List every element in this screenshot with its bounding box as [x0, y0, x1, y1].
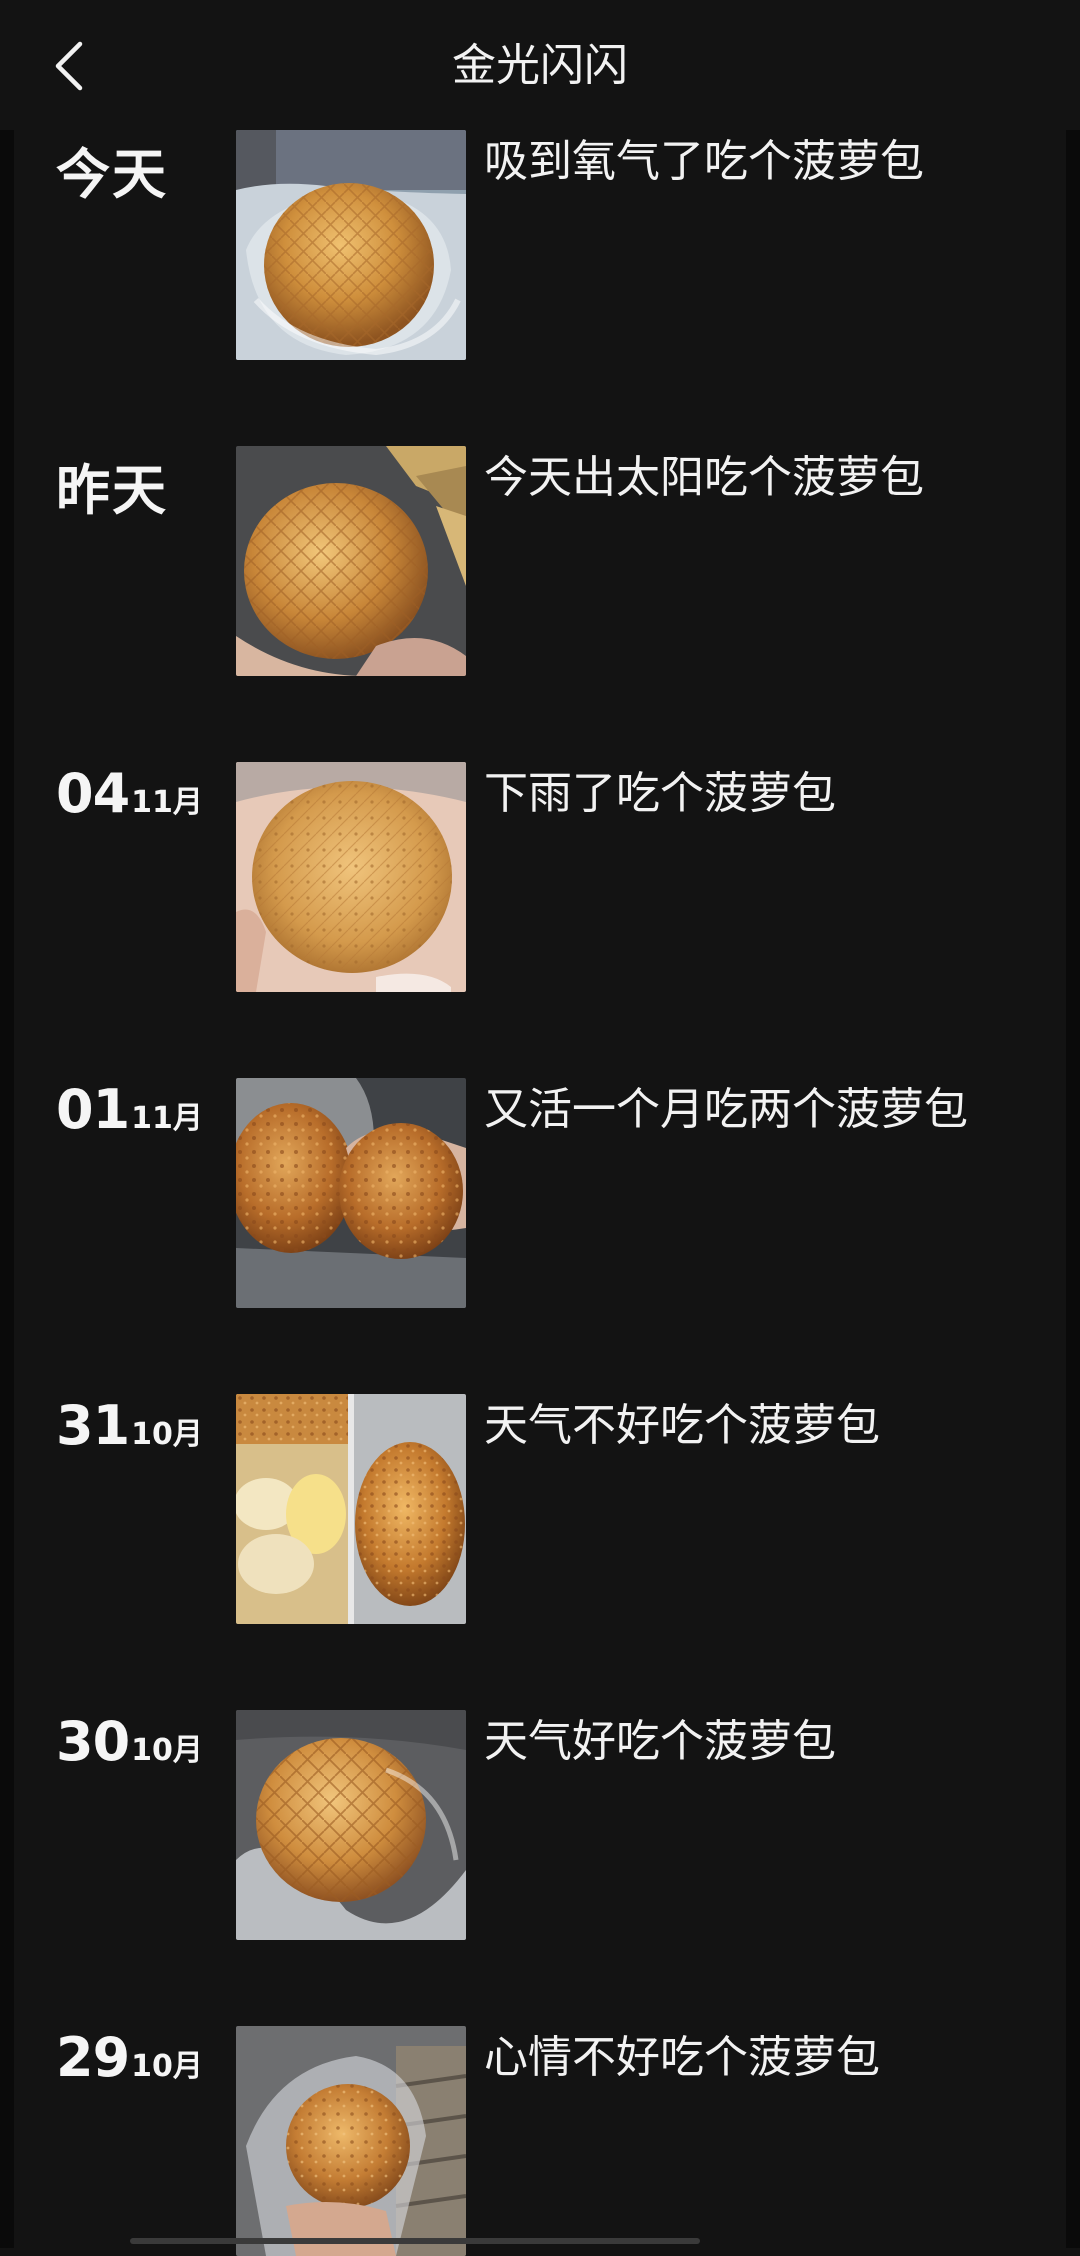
bun-in-plastic-bag-image	[236, 1710, 466, 1940]
entry-caption: 心情不好吃个菠萝包	[484, 2032, 880, 2083]
entry-date: 今天	[56, 130, 168, 206]
date-day-word: 昨天	[56, 459, 168, 522]
bun-in-hand-image	[236, 762, 466, 992]
entry-caption: 天气好吃个菠萝包	[484, 1716, 836, 1767]
date-month: 11月	[131, 785, 203, 820]
entry-caption: 吸到氧气了吃个菠萝包	[484, 136, 924, 187]
timeline-entry[interactable]: 昨天 今天出太阳吃个菠萝包	[0, 446, 1080, 676]
date-day: 04	[56, 762, 130, 825]
date-month: 10月	[131, 2049, 203, 2084]
date-day: 30	[56, 1710, 130, 1773]
timeline-entry[interactable]: 31 10月 天气不好吃个菠萝包	[0, 1394, 1080, 1624]
timeline-entry[interactable]: 30 10月 天气好吃个菠萝包	[0, 1710, 1080, 1940]
timeline-entry[interactable]: 01 11月 又活一个月吃两个菠萝包	[0, 1078, 1080, 1308]
entry-photo[interactable]	[236, 446, 466, 676]
entry-photo[interactable]	[236, 762, 466, 992]
date-day: 31	[56, 1394, 130, 1457]
entry-date: 01 11月	[56, 1078, 203, 1148]
scroll-indicator[interactable]	[130, 2238, 700, 2244]
bun-in-plastic-bag-image	[236, 130, 466, 360]
entry-date: 04 11月	[56, 762, 203, 832]
date-day: 01	[56, 1078, 130, 1141]
entry-caption: 下雨了吃个菠萝包	[484, 768, 836, 819]
entry-caption: 天气不好吃个菠萝包	[484, 1400, 880, 1451]
entry-date: 31 10月	[56, 1394, 203, 1464]
entry-photo[interactable]	[236, 1394, 466, 1624]
entry-caption: 今天出太阳吃个菠萝包	[484, 452, 924, 503]
date-month: 11月	[131, 1101, 203, 1136]
page-title: 金光闪闪	[452, 40, 628, 91]
entry-photo[interactable]	[236, 1078, 466, 1308]
bun-split-collage-image	[236, 1394, 466, 1624]
bun-in-hand-image	[236, 2026, 466, 2256]
date-month: 10月	[131, 1417, 203, 1452]
entry-caption: 又活一个月吃两个菠萝包	[484, 1084, 968, 1135]
timeline-entry[interactable]: 今天 吸到氧气了吃个菠萝包	[0, 130, 1080, 360]
two-buns-image	[236, 1078, 466, 1308]
entry-date: 29 10月	[56, 2026, 203, 2096]
date-day-word: 今天	[56, 143, 168, 206]
entry-date: 昨天	[56, 446, 168, 522]
entry-photo[interactable]	[236, 1710, 466, 1940]
entry-photo[interactable]	[236, 130, 466, 360]
timeline-entry[interactable]: 29 10月 心情不好吃个菠萝包	[0, 2026, 1080, 2256]
bun-in-hand-image	[236, 446, 466, 676]
entry-photo[interactable]	[236, 2026, 466, 2256]
date-month: 10月	[131, 1733, 203, 1768]
entry-date: 30 10月	[56, 1710, 203, 1780]
top-bar: 金光闪闪	[0, 0, 1080, 130]
timeline-entry[interactable]: 04 11月 下雨了吃个菠萝包	[0, 762, 1080, 992]
date-day: 29	[56, 2026, 130, 2089]
